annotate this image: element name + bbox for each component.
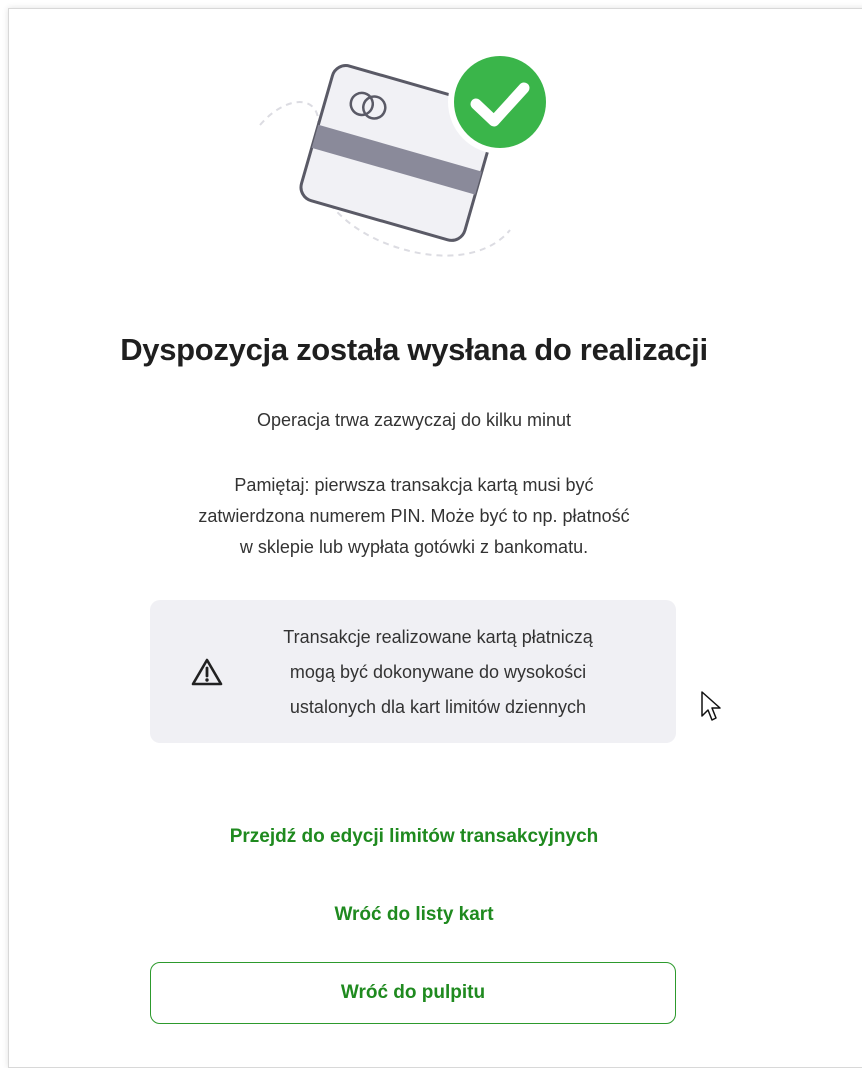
card-success-illustration <box>259 50 552 257</box>
mouse-pointer-icon <box>701 691 721 721</box>
notice-line: mogą być dokonywane do wysokości <box>289 662 587 682</box>
processing-info: Operacja trwa zazwyczaj do kilku minut <box>256 410 572 430</box>
edit-limits-link[interactable]: Przejdź do edycji limitów transakcyjnych <box>0 826 828 848</box>
pin-reminder-line: w sklepie lub wypłata gotówki z bankomat… <box>239 537 589 557</box>
page-title: Dyspozycja została wysłana do realizacji <box>120 332 708 367</box>
limits-notice-box: Transakcje realizowane kartą płatniczą m… <box>150 600 676 743</box>
pin-reminder: Pamiętaj: pierwsza transakcja kartą musi… <box>0 470 828 563</box>
pin-reminder-line: Pamiętaj: pierwsza transakcja kartą musi… <box>234 475 594 495</box>
notice-line: ustalonych dla kart limitów dziennych <box>289 697 587 717</box>
notice-line: Transakcje realizowane kartą płatniczą <box>283 627 593 647</box>
limits-notice-text: Transakcje realizowane kartą płatniczą m… <box>238 620 638 725</box>
back-to-cards-link[interactable]: Wróć do listy kart <box>0 904 828 926</box>
checkmark-icon <box>448 50 552 154</box>
pin-reminder-line: zatwierdzona numerem PIN. Może być to np… <box>198 506 630 526</box>
warning-icon <box>191 658 223 686</box>
back-to-dashboard-button[interactable]: Wróć do pulpitu <box>150 962 676 1024</box>
